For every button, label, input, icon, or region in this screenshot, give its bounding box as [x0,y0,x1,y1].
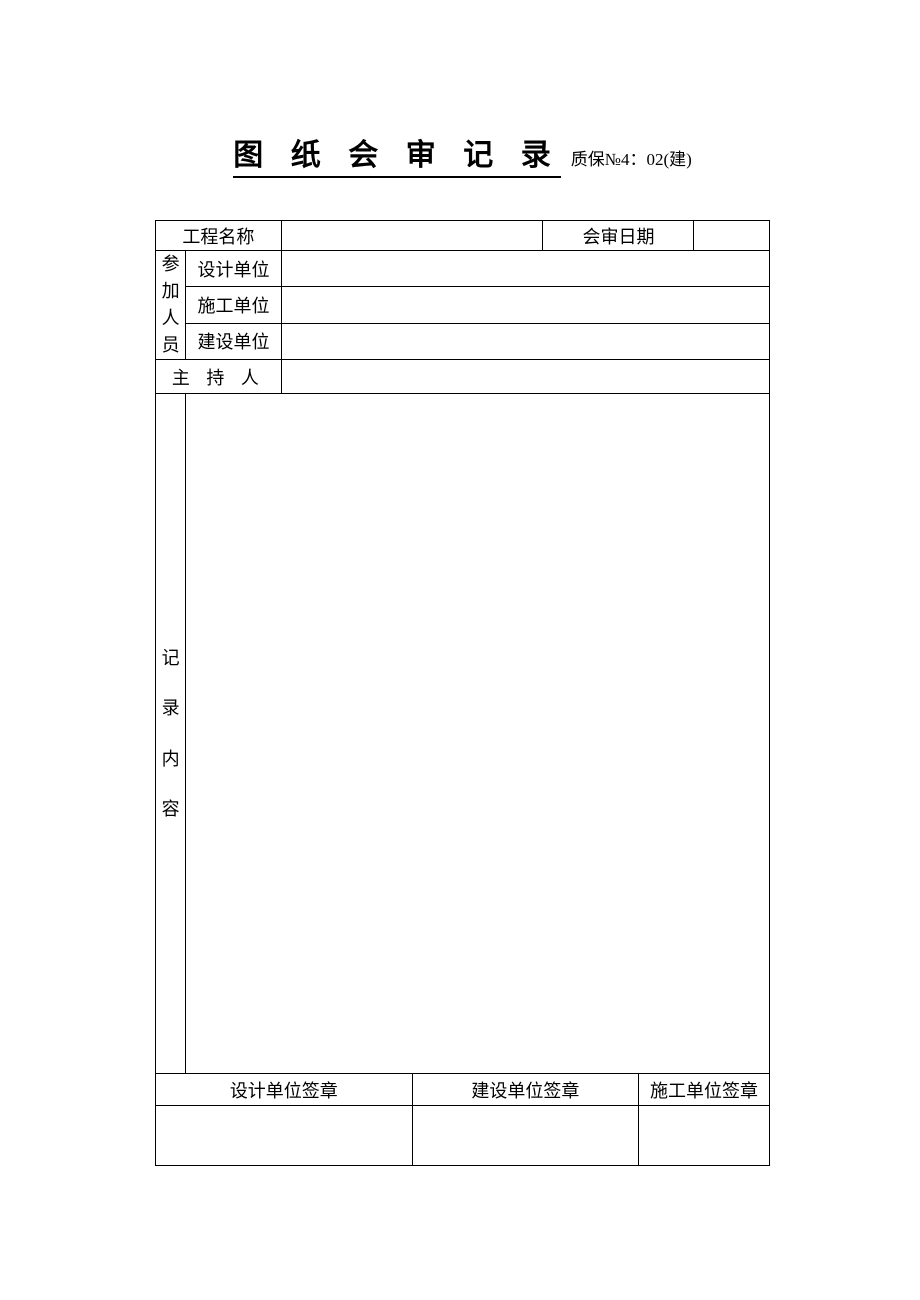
label-sig-build: 建设单位签章 [412,1074,638,1106]
label-review-date: 会审日期 [543,221,694,251]
label-host: 主 持 人 [156,360,282,394]
form-code: 质保№4：02(建) [571,150,692,169]
value-record-content [186,394,770,1074]
label-project-name: 工程名称 [156,221,282,251]
label-construction-unit: 施工单位 [186,287,282,323]
value-sig-build [412,1106,638,1166]
value-build-unit [281,323,769,359]
value-design-unit [281,251,769,287]
form-title: 图 纸 会 审 记 录 [233,130,561,178]
form-table: 工程名称 会审日期 参加人员 设计单位 施工单位 建设单位 主 持 人 记录 [155,220,770,1166]
value-review-date [694,221,770,251]
title-row: 图 纸 会 审 记 录 质保№4：02(建) [155,130,770,178]
label-sig-construction: 施工单位签章 [639,1074,770,1106]
value-sig-construction [639,1106,770,1166]
value-project-name [281,221,543,251]
label-participants: 参加人员 [156,251,186,360]
value-sig-design [156,1106,413,1166]
label-build-unit: 建设单位 [186,323,282,359]
label-design-unit: 设计单位 [186,251,282,287]
value-construction-unit [281,287,769,323]
page-container: 图 纸 会 审 记 录 质保№4：02(建) 工程名称 会审日期 参加人员 设计… [0,0,920,1166]
label-record-content: 记录内容 [156,394,186,1074]
value-host [281,360,769,394]
label-sig-design: 设计单位签章 [156,1074,413,1106]
